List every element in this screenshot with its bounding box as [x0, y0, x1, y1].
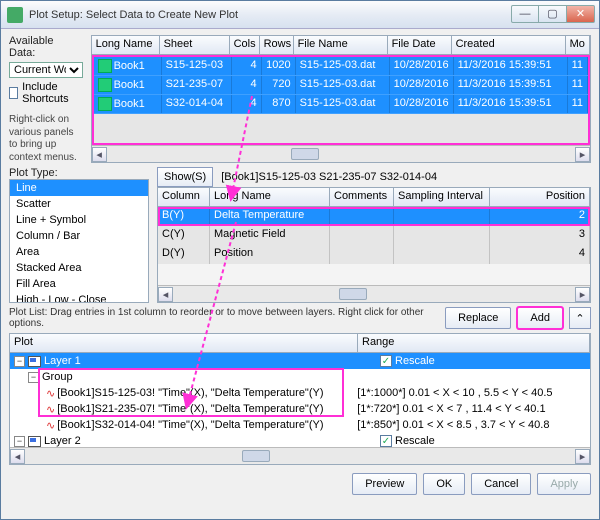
- curve-icon: ∿: [46, 387, 55, 400]
- workbook-icon: [98, 78, 112, 92]
- checkbox-icon[interactable]: ✓: [380, 355, 392, 367]
- layer-row[interactable]: −Layer 2✓Rescale: [10, 433, 590, 447]
- window-title: Plot Setup: Select Data to Create New Pl…: [29, 9, 511, 21]
- curve-icon: ∿: [46, 419, 55, 432]
- cg-col[interactable]: Column: [158, 188, 210, 206]
- add-button[interactable]: Add: [517, 307, 563, 329]
- titlebar: Plot Setup: Select Data to Create New Pl…: [1, 1, 599, 29]
- data-grid[interactable]: Long Name Sheet Cols Rows File Name File…: [91, 35, 591, 163]
- hint-text: Right-click on various panels to bring u…: [9, 114, 83, 164]
- cg-samp[interactable]: Sampling Interval: [394, 188, 490, 206]
- cg-comm[interactable]: Comments: [330, 188, 394, 206]
- available-data-combo[interactable]: Current Workbook: [9, 62, 83, 78]
- scroll-right-icon[interactable]: ▸: [575, 449, 590, 464]
- layer-icon: [28, 356, 41, 367]
- column-row[interactable]: B(Y)Delta Temperature2: [158, 207, 590, 226]
- col-created[interactable]: Created: [452, 36, 566, 54]
- col-mo[interactable]: Mo: [566, 36, 590, 54]
- available-data-label: Available Data:: [9, 35, 83, 59]
- preview-button[interactable]: Preview: [352, 473, 417, 495]
- layer-icon: [28, 436, 41, 447]
- show-button[interactable]: Show(S): [157, 167, 213, 187]
- h-scrollbar-3[interactable]: ◂ ▸: [10, 447, 590, 464]
- plot-type-item[interactable]: Line + Symbol: [10, 212, 148, 228]
- apply-button: Apply: [537, 473, 591, 495]
- plot-row[interactable]: ∿[Book1]S32-014-04! "Time"(X), "Delta Te…: [10, 417, 590, 433]
- plot-row[interactable]: ∿[Book1]S21-235-07! "Time"(X), "Delta Te…: [10, 401, 590, 417]
- plot-type-item[interactable]: Stacked Area: [10, 260, 148, 276]
- plot-type-label: Plot Type:: [9, 167, 149, 179]
- chevron-up-icon: ⌃: [575, 312, 584, 325]
- layer-row[interactable]: −Layer 1✓Rescale: [10, 353, 590, 369]
- show-path: [Book1]S15-125-03 S21-235-07 S32-014-04: [217, 169, 591, 185]
- column-row[interactable]: D(Y)Position4: [158, 245, 590, 264]
- collapse-icon[interactable]: −: [14, 356, 25, 367]
- plot-type-item[interactable]: Area: [10, 244, 148, 260]
- scroll-thumb[interactable]: [291, 148, 319, 160]
- plot-type-item[interactable]: High - Low - Close: [10, 292, 148, 303]
- ok-button[interactable]: OK: [423, 473, 465, 495]
- h-scrollbar[interactable]: ◂ ▸: [92, 145, 590, 162]
- app-icon: [7, 7, 23, 23]
- tree-col-range[interactable]: Range: [358, 334, 590, 352]
- column-grid[interactable]: Column Long Name Comments Sampling Inter…: [157, 187, 591, 303]
- minimize-button[interactable]: —: [511, 5, 539, 23]
- plot-row[interactable]: ∿[Book1]S15-125-03! "Time"(X), "Delta Te…: [10, 385, 590, 401]
- scroll-left-icon[interactable]: ◂: [92, 147, 107, 162]
- workbook-icon: [98, 59, 112, 73]
- h-scrollbar-2[interactable]: ◂ ▸: [158, 285, 590, 302]
- close-button[interactable]: ✕: [567, 5, 595, 23]
- col-longname[interactable]: Long Name: [92, 36, 160, 54]
- group-row[interactable]: −Group: [10, 369, 590, 385]
- maximize-button[interactable]: ▢: [539, 5, 567, 23]
- table-row[interactable]: Book1S21-235-074720S15-125-03.dat10/28/2…: [94, 76, 588, 95]
- checkbox-icon: [9, 87, 18, 99]
- plot-setup-window: Plot Setup: Select Data to Create New Pl…: [0, 0, 600, 520]
- cg-long[interactable]: Long Name: [210, 188, 330, 206]
- scroll-left-icon[interactable]: ◂: [158, 287, 173, 302]
- col-filename[interactable]: File Name: [294, 36, 388, 54]
- scroll-right-icon[interactable]: ▸: [575, 147, 590, 162]
- scroll-thumb[interactable]: [242, 450, 270, 462]
- plot-type-item[interactable]: Fill Area: [10, 276, 148, 292]
- col-sheet[interactable]: Sheet: [160, 36, 230, 54]
- table-row[interactable]: Book1S15-125-0341020S15-125-03.dat10/28/…: [94, 57, 588, 76]
- collapse-icon[interactable]: −: [14, 436, 25, 447]
- plot-type-item[interactable]: Column / Bar: [10, 228, 148, 244]
- checkbox-icon[interactable]: ✓: [380, 435, 392, 447]
- plotlist-hint: Plot List: Drag entries in 1st column to…: [9, 307, 439, 329]
- workbook-icon: [98, 97, 112, 111]
- collapse-icon[interactable]: −: [28, 372, 39, 383]
- collapse-button[interactable]: ⌃: [569, 307, 591, 329]
- table-row[interactable]: Book1S32-014-044870S15-125-03.dat10/28/2…: [94, 95, 588, 114]
- col-cols[interactable]: Cols: [230, 36, 260, 54]
- scroll-left-icon[interactable]: ◂: [10, 449, 25, 464]
- scroll-right-icon[interactable]: ▸: [575, 287, 590, 302]
- include-shortcuts-check[interactable]: Include Shortcuts: [9, 81, 83, 105]
- plot-tree[interactable]: Plot Range −Layer 1✓Rescale−Group∿[Book1…: [9, 333, 591, 465]
- cancel-button[interactable]: Cancel: [471, 473, 531, 495]
- plot-type-item[interactable]: Scatter: [10, 196, 148, 212]
- scroll-thumb[interactable]: [339, 288, 367, 300]
- replace-button[interactable]: Replace: [445, 307, 511, 329]
- col-rows[interactable]: Rows: [260, 36, 294, 54]
- plot-type-item[interactable]: Line: [10, 180, 148, 196]
- tree-col-plot[interactable]: Plot: [10, 334, 358, 352]
- plot-type-list[interactable]: LineScatterLine + SymbolColumn / BarArea…: [9, 179, 149, 303]
- cg-pos[interactable]: Position: [490, 188, 590, 206]
- curve-icon: ∿: [46, 403, 55, 416]
- col-filedate[interactable]: File Date: [388, 36, 452, 54]
- column-row[interactable]: C(Y)Magnetic Field3: [158, 226, 590, 245]
